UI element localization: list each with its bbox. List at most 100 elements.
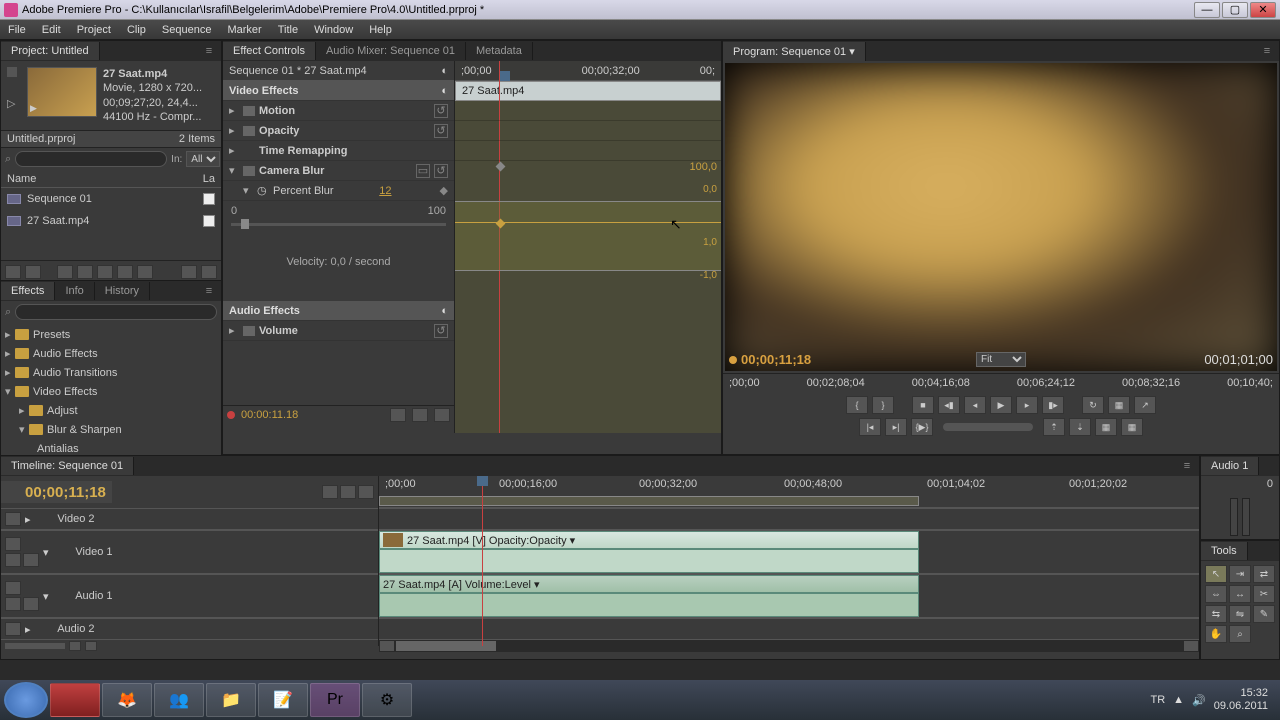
play-preview-icon[interactable]: ▷ [7,97,21,110]
taskbar-item-firefox[interactable]: 🦊 [102,683,152,717]
lift-button[interactable]: ⇡ [1043,418,1065,436]
label-swatch[interactable] [203,193,215,205]
tree-blur-sharpen[interactable]: ▾Blur & Sharpen [1,420,221,439]
in-point-button[interactable]: { [846,396,868,414]
track-video-2[interactable] [379,508,1199,530]
zoom-tool[interactable]: ⌕ [1229,625,1251,643]
collapse-icon[interactable]: ▾ [43,546,49,559]
marker-button[interactable] [340,485,356,499]
zoom-out-button[interactable] [69,641,81,651]
time-remap-effect[interactable]: Time Remapping [243,145,448,157]
panel-menu-icon[interactable]: ≡ [201,43,217,59]
loop-icon[interactable] [434,408,450,422]
scroll-thumb[interactable] [396,641,496,651]
menu-project[interactable]: Project [77,24,111,36]
out-point-button[interactable]: } [872,396,894,414]
zoom-in-button[interactable] [85,641,97,651]
start-button[interactable] [4,682,48,718]
settings-button[interactable] [358,485,374,499]
tray-icon[interactable]: ▲ [1173,694,1184,706]
track-name[interactable]: Video 1 [53,546,113,558]
project-item-sequence[interactable]: Sequence 01 [1,188,221,210]
toggle-icon[interactable]: ◐ [441,305,448,317]
prev-button[interactable] [181,265,197,279]
delete-button[interactable] [137,265,153,279]
menu-title[interactable]: Title [278,24,298,36]
metadata-tab[interactable]: Metadata [466,42,533,60]
reset-icon[interactable]: ↺ [434,324,448,338]
keyframe-icon[interactable] [23,597,39,611]
ripple-tool[interactable]: ⇄ [1253,565,1275,583]
menu-help[interactable]: Help [369,24,392,36]
expand-icon[interactable]: ▸ [229,144,239,157]
keyframe-icon[interactable] [23,553,39,567]
video-clip-body[interactable] [379,549,919,573]
rolling-tool[interactable]: ⇔ [1205,585,1227,603]
motion-effect[interactable]: Motion [259,105,430,117]
tree-video-effects[interactable]: ▾Video Effects [1,382,221,401]
new-bin-button[interactable] [97,265,113,279]
timeline-tab[interactable]: Timeline: Sequence 01 [1,457,134,475]
track-toggle-icon[interactable] [5,512,21,526]
pen-tool[interactable]: ✎ [1253,605,1275,623]
project-search-input[interactable] [15,151,167,167]
taskbar-item-explorer[interactable]: 📁 [206,683,256,717]
fx-toggle-icon[interactable] [243,106,255,116]
effects-search-input[interactable] [15,304,217,320]
effect-controls-tab[interactable]: Effect Controls [223,42,316,60]
menu-file[interactable]: File [8,24,26,36]
step-back-button[interactable]: ◂ [964,396,986,414]
extract-button[interactable]: ⇣ [1069,418,1091,436]
menu-sequence[interactable]: Sequence [162,24,212,36]
list-view-button[interactable] [5,265,21,279]
scroll-left-icon[interactable] [380,641,394,651]
tree-adjust[interactable]: ▸Adjust [1,401,221,420]
tray-icon[interactable]: 🔊 [1192,694,1206,707]
reset-icon[interactable]: ↺ [434,124,448,138]
stopwatch-icon[interactable]: ◷ [257,184,269,197]
volume-effect[interactable]: Volume [259,325,430,337]
slide-tool[interactable]: ⇋ [1229,605,1251,623]
panel-menu-icon[interactable]: ≡ [1179,458,1195,474]
history-tab[interactable]: History [95,282,150,300]
work-area-bar[interactable] [379,496,919,506]
effects-tab[interactable]: Effects [1,282,55,300]
tools-tab[interactable]: Tools [1201,542,1248,560]
menu-marker[interactable]: Marker [227,24,261,36]
slip-tool[interactable]: ⇆ [1205,605,1227,623]
track-audio-1[interactable]: 27 Saat.mp4 [A] Volume:Level ▾ [379,574,1199,618]
percent-blur-value[interactable]: 12 [379,185,391,197]
tree-audio-effects[interactable]: ▸Audio Effects [1,344,221,363]
timeline-scrollbar[interactable] [379,640,1199,652]
goto-out-button[interactable]: ▸| [885,418,907,436]
stop-button[interactable]: ■ [912,396,934,414]
expand-icon[interactable]: ▸ [229,324,239,337]
filter-select[interactable]: All [186,151,220,167]
goto-in-button[interactable]: |◂ [859,418,881,436]
find-button[interactable] [77,265,93,279]
safe-margins-button[interactable]: ▦ [1108,396,1130,414]
tree-audio-transitions[interactable]: ▸Audio Transitions [1,363,221,382]
col-name-header[interactable]: Name [7,173,203,185]
video-clip[interactable]: 27 Saat.mp4 [V] Opacity:Opacity ▾ [379,531,919,549]
hand-tool[interactable]: ✋ [1205,625,1227,643]
program-monitor[interactable]: 00;00;11;18 Fit 00;01;01;00 [725,63,1277,371]
reset-icon[interactable]: ↺ [434,104,448,118]
col-label-header[interactable]: La [203,173,215,185]
next-button[interactable] [201,265,217,279]
label-swatch[interactable] [203,215,215,227]
audio-clip-body[interactable] [379,593,919,617]
track-name[interactable]: Audio 1 [53,590,113,602]
track-select-tool[interactable]: ⇥ [1229,565,1251,583]
language-indicator[interactable]: TR [1150,694,1165,706]
lock-icon[interactable] [5,553,21,567]
taskbar-item[interactable] [50,683,100,717]
clip-thumbnail[interactable] [27,67,97,117]
icon-view-button[interactable] [25,265,41,279]
close-button[interactable]: ✕ [1250,2,1276,18]
audio-meter-tab[interactable]: Audio 1 [1201,457,1259,475]
loop-button[interactable]: ↻ [1082,396,1104,414]
project-tab[interactable]: Project: Untitled [1,42,100,60]
toggle-icon[interactable]: ◐ [441,85,448,97]
automate-button[interactable] [57,265,73,279]
